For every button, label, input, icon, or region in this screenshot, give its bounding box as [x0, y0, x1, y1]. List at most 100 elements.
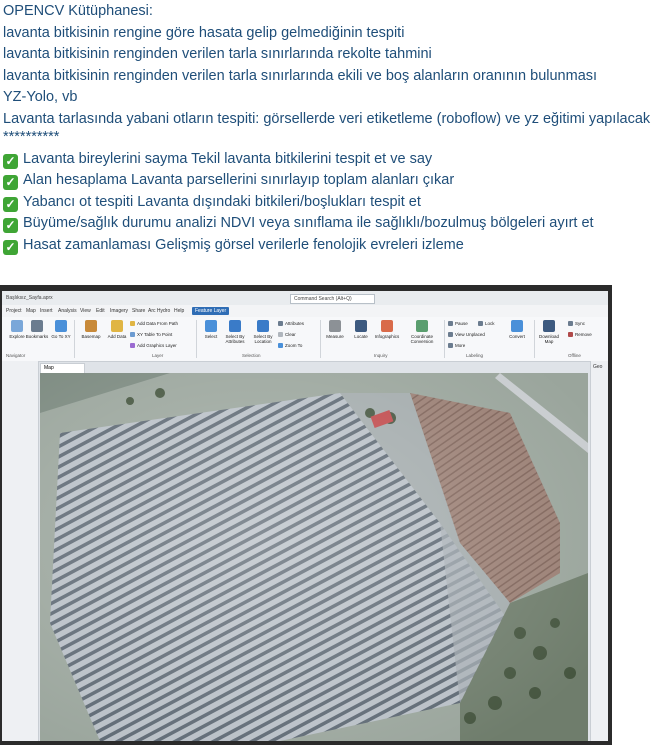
menu-view[interactable]: View	[80, 308, 91, 314]
clear-icon	[278, 332, 283, 337]
notes-panel: OPENCV Kütüphanesi: lavanta bitkisinin r…	[3, 1, 663, 257]
sync-icon	[568, 321, 573, 326]
more-button[interactable]: More	[448, 343, 465, 348]
add-data-icon	[111, 320, 123, 332]
add-data-from-path-button[interactable]: Add Data From Path	[130, 321, 178, 326]
convert-button[interactable]: Convert	[504, 320, 530, 339]
binoculars-icon	[355, 320, 367, 332]
ribbon-separator	[320, 320, 321, 358]
note-line: YZ-Yolo, vb	[3, 89, 78, 106]
offline-group-label: Offline	[568, 353, 581, 358]
zoom-to-icon	[278, 343, 283, 348]
locate-button[interactable]: Locate	[348, 320, 374, 339]
check-mark-icon: ✓	[3, 175, 18, 191]
menu-imagery[interactable]: Imagery	[110, 308, 128, 314]
inquiry-group-label: Inquiry	[374, 353, 388, 358]
ribbon-separator	[196, 320, 197, 358]
more-icon	[448, 343, 453, 348]
pause-icon	[448, 321, 453, 326]
map-view[interactable]	[40, 373, 588, 741]
command-search-input[interactable]: Command Search (Alt+Q)	[290, 294, 375, 304]
sync-button[interactable]: Sync	[568, 321, 585, 326]
check-mark-icon: ✓	[3, 153, 18, 169]
menu-insert[interactable]: Insert	[40, 308, 53, 314]
menu-bar: Project Map Insert Analysis View Edit Im…	[2, 305, 608, 317]
feature-list: ✓ Lavanta bireylerini sayma Tekil lavanta…	[3, 149, 663, 257]
coordinate-conversion-button[interactable]: Coordinate Conversion	[406, 320, 438, 344]
note-line: OPENCV Kütüphanesi:	[3, 3, 153, 19]
view-unplaced-icon	[448, 332, 453, 337]
xy-table-to-point-button[interactable]: XY Table To Point	[130, 332, 172, 337]
aerial-imagery	[40, 373, 588, 741]
note-line: lavanta bitkisinin rengine göre hasata g…	[3, 24, 405, 41]
left-pane	[2, 361, 39, 741]
download-map-button[interactable]: Download Map	[536, 320, 562, 344]
menu-feature-layer[interactable]: Feature Layer	[192, 307, 230, 315]
menu-edit[interactable]: Edit	[96, 308, 105, 314]
zoom-to-button[interactable]: Zoom To	[278, 343, 302, 348]
note-line: lavanta bitkisinin renginden verilen tar…	[3, 67, 598, 84]
menu-share[interactable]: Share	[132, 308, 145, 314]
menu-analysis[interactable]: Analysis	[58, 308, 77, 314]
feature-text: Büyüme/sağlık durumu analizi NDVI veya s…	[23, 215, 594, 232]
selection-group-label: Selection	[242, 353, 261, 358]
bookmark-icon	[31, 320, 43, 332]
navigator-group-label: Navigator	[6, 353, 26, 358]
view-unplaced-button[interactable]: View Unplaced	[448, 332, 485, 337]
remove-icon	[568, 332, 573, 337]
add-data-button[interactable]: Add Data	[104, 320, 130, 339]
menu-help[interactable]: Help	[174, 308, 184, 314]
folder-icon	[130, 321, 135, 326]
layer-group-label: Layer	[152, 353, 164, 358]
select-by-attributes-button[interactable]: Select By Attributes	[222, 320, 248, 344]
basemap-button[interactable]: Basemap	[78, 320, 104, 339]
select-button[interactable]: Select	[198, 320, 224, 339]
select-icon	[205, 320, 217, 332]
remove-button[interactable]: Remove	[568, 332, 592, 337]
ribbon-separator	[534, 320, 535, 358]
right-pane: Geo	[590, 361, 608, 741]
feature-text: Hasat zamanlaması Gelişmiş görsel verile…	[23, 236, 464, 253]
check-mark-icon: ✓	[3, 239, 18, 255]
check-mark-icon: ✓	[3, 196, 18, 212]
infographics-icon	[381, 320, 393, 332]
ribbon-separator	[444, 320, 445, 358]
clear-button[interactable]: Clear	[278, 332, 296, 337]
right-pane-title: Geo	[593, 364, 603, 370]
goto-xy-button[interactable]: Go To XY	[48, 320, 74, 339]
lock-button[interactable]: Lock	[478, 321, 495, 326]
add-graphics-layer-button[interactable]: Add Graphics Layer	[130, 343, 177, 348]
ribbon-separator	[74, 320, 75, 358]
menu-project[interactable]: Project	[6, 308, 22, 314]
goto-xy-icon	[55, 320, 67, 332]
measure-button[interactable]: Measure	[322, 320, 348, 339]
app-title: Başlıksız_Sayfa.aprx	[6, 295, 53, 301]
note-separator: **********	[3, 130, 60, 143]
gis-app-window: Başlıksız_Sayfa.aprx Command Search (Alt…	[2, 291, 608, 741]
monitor-photo: Başlıksız_Sayfa.aprx Command Search (Alt…	[0, 285, 612, 745]
ruler-icon	[329, 320, 341, 332]
feature-item: ✓ Lavanta bireylerini sayma Tekil lavanta…	[3, 149, 663, 171]
basemap-icon	[85, 320, 97, 332]
menu-map[interactable]: Map	[26, 308, 36, 314]
feature-text: Yabancı ot tespiti Lavanta dışındaki bit…	[23, 193, 421, 210]
feature-item: ✓ Hasat zamanlaması Gelişmiş görsel veril…	[3, 235, 663, 257]
select-by-location-button[interactable]: Select By Location	[250, 320, 276, 344]
pause-button[interactable]: Pause	[448, 321, 468, 326]
check-mark-icon: ✓	[3, 218, 18, 234]
select-by-attributes-icon	[229, 320, 241, 332]
feature-text: Lavanta bireylerini sayma Tekil lavanta …	[23, 150, 433, 167]
explore-icon	[11, 320, 23, 332]
attributes-button[interactable]: Attributes	[278, 321, 304, 326]
download-icon	[543, 320, 555, 332]
feature-item: ✓ Alan hesaplama Lavanta parsellerini sın…	[3, 170, 663, 192]
bookmarks-button[interactable]: Bookmarks	[24, 320, 50, 339]
feature-item: ✓ Yabancı ot tespiti Lavanta dışındaki bi…	[3, 192, 663, 214]
ribbon: Explore Bookmarks Go To XY Navigator Bas…	[2, 317, 608, 362]
coordinate-icon	[416, 320, 428, 332]
graphics-layer-icon	[130, 343, 135, 348]
menu-arc-hydro[interactable]: Arc Hydro	[148, 308, 170, 314]
lock-icon	[478, 321, 483, 326]
infographics-button[interactable]: Infographics	[374, 320, 400, 339]
title-bar: Başlıksız_Sayfa.aprx Command Search (Alt…	[2, 291, 608, 305]
